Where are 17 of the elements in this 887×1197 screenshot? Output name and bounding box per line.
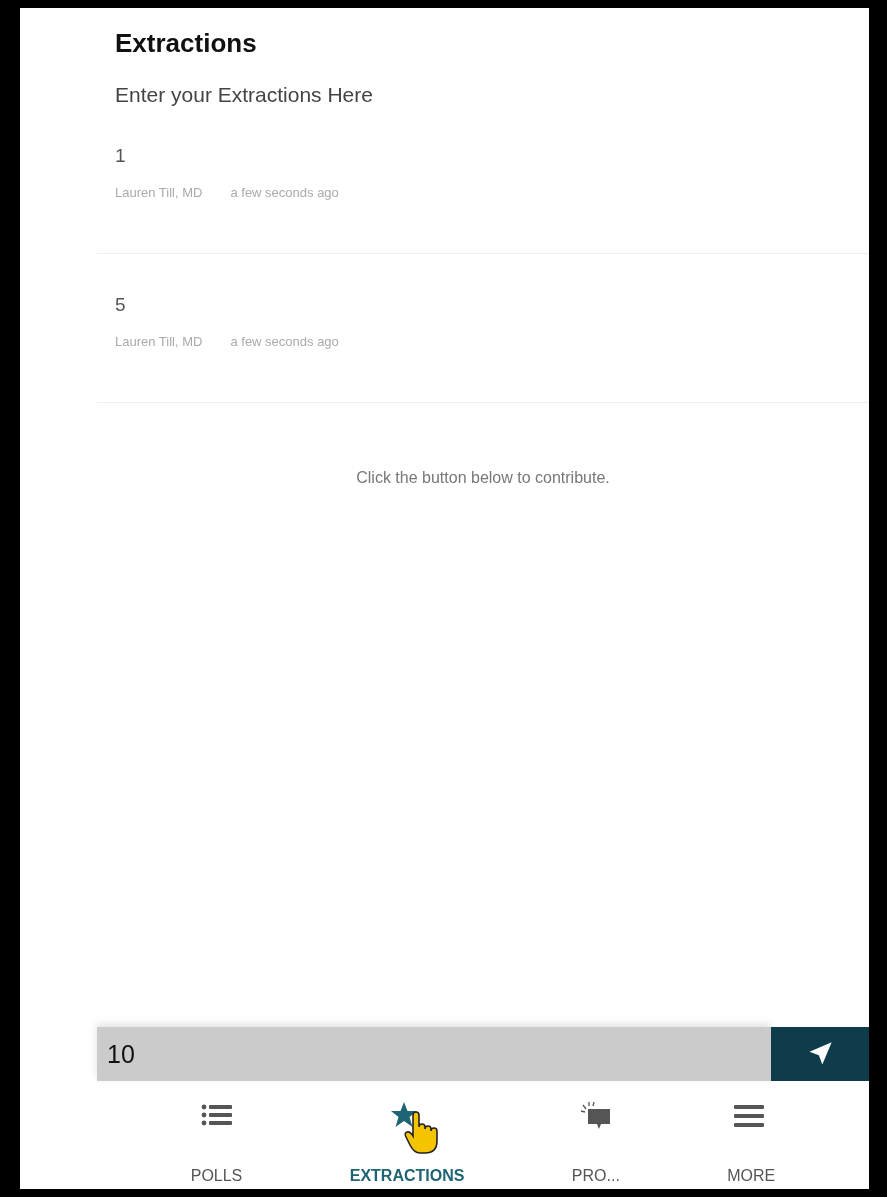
nav-tab[interactable]: EXTRACTIONS xyxy=(345,1081,469,1189)
input-field[interactable]: 10 xyxy=(97,1027,771,1081)
hand-cursor-icon xyxy=(404,1111,439,1155)
empty-hint: Click the button below to contribute. xyxy=(355,469,611,487)
nav-tab[interactable]: PRO... xyxy=(567,1081,624,1189)
page-title: Extractions xyxy=(115,28,258,59)
entry-value: 1 xyxy=(115,145,127,167)
entry-author: Lauren Till, MD xyxy=(115,185,203,200)
entry-author: Lauren Till, MD xyxy=(115,334,203,349)
entry-time: a few seconds ago xyxy=(230,185,339,200)
speech-bubble-icon xyxy=(578,1101,613,1131)
entry-value: 5 xyxy=(115,294,127,316)
page-subtitle: Enter your Extractions Here xyxy=(115,83,374,107)
nav-tab[interactable]: MORE xyxy=(723,1081,780,1189)
nav-tab[interactable]: POLLS xyxy=(186,1081,247,1189)
send-button[interactable] xyxy=(771,1027,869,1081)
entry-time: a few seconds ago xyxy=(230,334,339,349)
